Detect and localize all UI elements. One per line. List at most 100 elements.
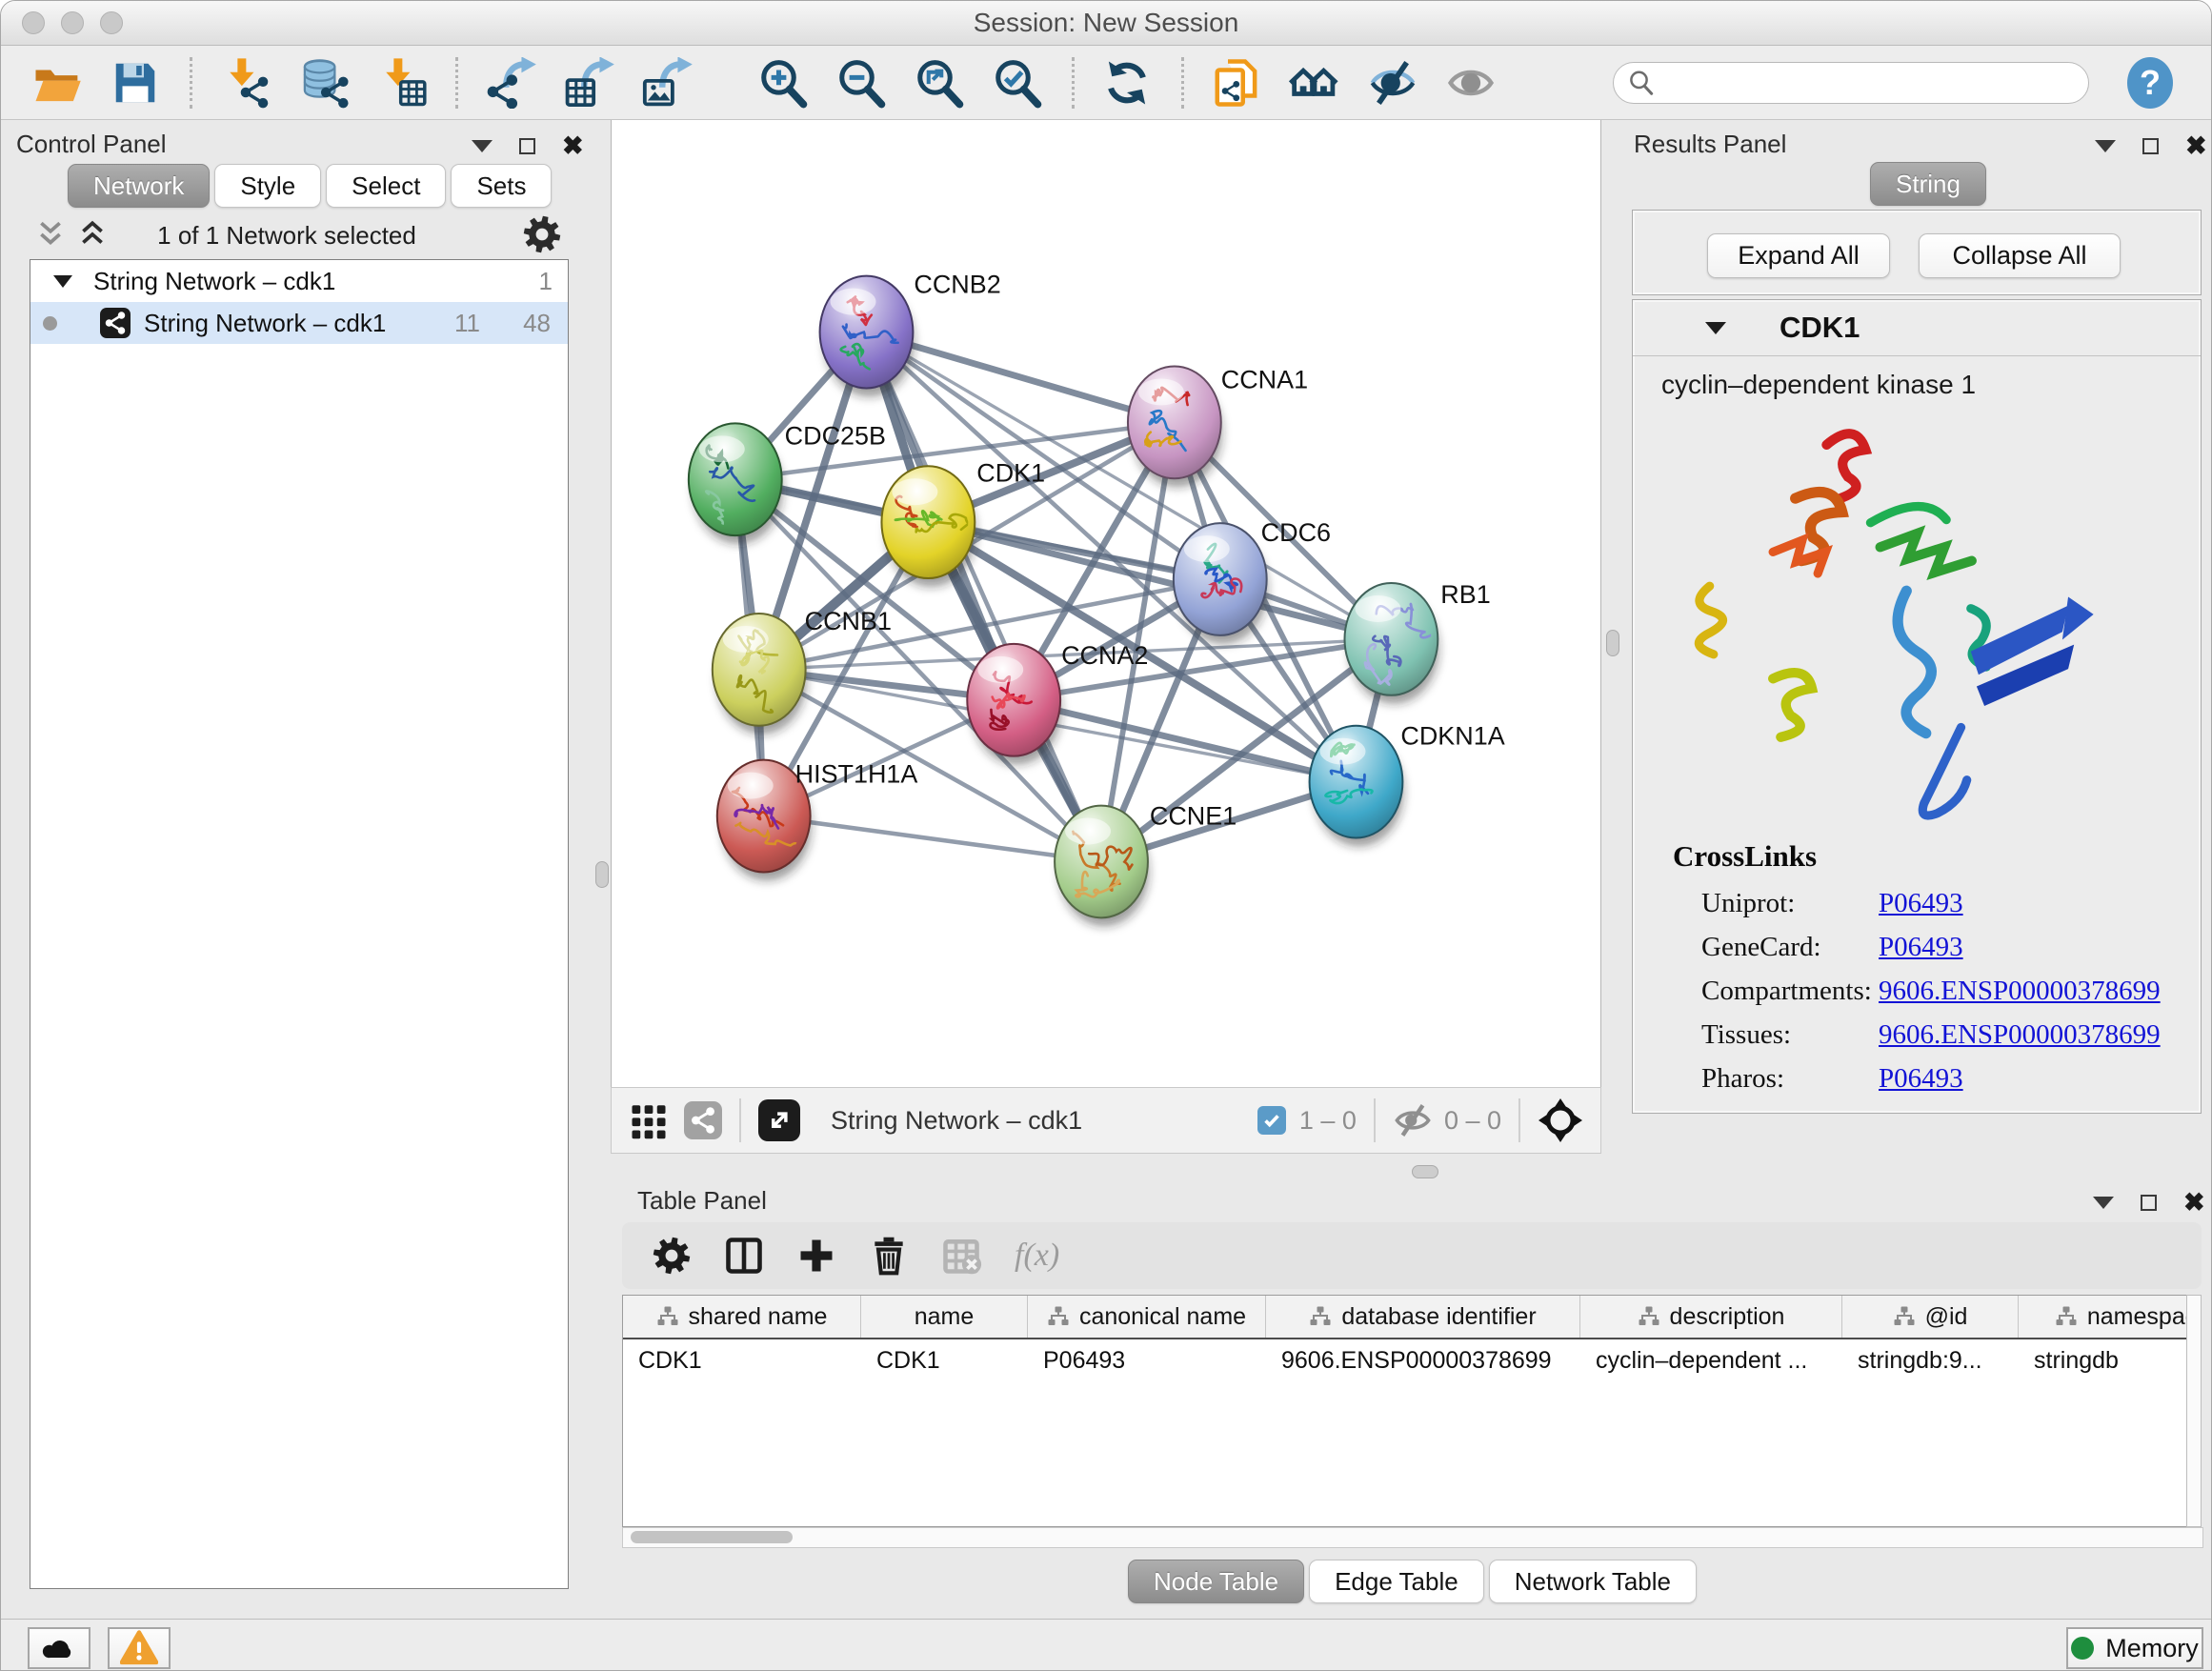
grid-view-icon[interactable] [629,1100,669,1140]
panel-menu-icon[interactable] [2093,1197,2114,1209]
column-header-namespace[interactable]: namespace [2019,1296,2188,1338]
table-cell[interactable]: stringdb:9... [1842,1339,2019,1381]
search-field[interactable] [1613,62,2089,104]
network-node-CDC25B[interactable] [689,423,783,544]
hide-selected-eye-icon[interactable] [1365,54,1420,111]
network-node-CCNE1[interactable] [1055,806,1149,927]
column-header--id[interactable]: @id [1842,1296,2019,1338]
save-icon[interactable] [108,54,163,111]
cloud-status-button[interactable] [28,1627,90,1669]
open-in-new-window-icon[interactable] [758,1099,800,1141]
section-expander-icon[interactable] [1705,322,1726,334]
expand-all-button[interactable]: Expand All [1707,233,1890,278]
panel-menu-icon[interactable] [472,140,493,152]
network-node-CCNA2[interactable] [967,644,1061,765]
zoom-out-icon[interactable] [834,54,889,111]
warnings-button[interactable] [108,1627,171,1669]
delete-column-trash-icon[interactable] [862,1229,915,1282]
tab-node-table[interactable]: Node Table [1128,1560,1304,1603]
table-settings-gear-icon[interactable] [645,1229,698,1282]
memory-button[interactable]: Memory [2066,1627,2203,1669]
import-network-database-icon[interactable] [295,54,351,111]
tab-sets[interactable]: Sets [451,164,552,208]
select-columns-icon[interactable] [717,1229,771,1282]
help-button[interactable]: ? [2127,57,2173,109]
node-table[interactable]: shared namenamecanonical namedatabase id… [622,1295,2188,1527]
tab-select[interactable]: Select [326,164,446,208]
table-vertical-scrollbar[interactable] [2186,1295,2202,1527]
crosslink-link[interactable]: 9606.ENSP00000378699 [1879,976,2161,1007]
network-graph[interactable]: CCNB2CCNA1CDC25BCDK1CDC6RB1CCNB1CCNA2CDK… [612,120,1600,1085]
panel-float-icon[interactable] [519,138,535,154]
collapse-all-chevrons-icon[interactable] [75,219,110,250]
collapse-all-button[interactable]: Collapse All [1919,233,2121,278]
panel-float-icon[interactable] [2142,138,2159,154]
network-node-CCNB1[interactable] [713,614,807,735]
tree-expander-icon[interactable] [53,275,72,288]
network-options-gear-icon[interactable] [521,213,563,255]
network-node-CDK1[interactable] [881,466,975,587]
column-header-shared-name[interactable]: shared name [623,1296,861,1338]
network-edge-HIST1H1A-CCNE1[interactable] [764,816,1101,862]
network-row-selected[interactable]: String Network – cdk1 11 48 [30,302,568,344]
table-horizontal-scrollbar[interactable] [622,1527,2203,1548]
panel-close-icon[interactable]: ✖ [2185,133,2207,159]
table-cell[interactable]: stringdb [2019,1339,2188,1381]
network-node-CCNA1[interactable] [1128,366,1222,487]
tab-edge-table[interactable]: Edge Table [1309,1560,1484,1603]
panel-float-icon[interactable] [2141,1195,2157,1211]
tab-style[interactable]: Style [214,164,321,208]
open-folder-icon[interactable] [30,54,85,111]
results-tab-string[interactable]: String [1870,162,1986,206]
table-cell[interactable]: CDK1 [861,1339,1028,1381]
export-image-icon[interactable] [639,54,694,111]
network-edge-CCNA2-CDKN1A[interactable] [1014,700,1356,782]
table-cell[interactable]: CDK1 [623,1339,861,1381]
crosslink-link[interactable]: 9606.ENSP00000378699 [1879,1019,2161,1051]
horizontal-splitter-handle[interactable] [1412,1165,1438,1178]
column-header-description[interactable]: description [1580,1296,1842,1338]
scrollbar-thumb[interactable] [631,1531,793,1543]
network-node-CCNB2[interactable] [820,276,915,397]
clone-network-icon[interactable] [1209,54,1264,111]
network-collection-row[interactable]: String Network – cdk1 1 [30,260,568,302]
export-network-icon[interactable] [483,54,538,111]
table-row[interactable]: CDK1CDK1P064939606.ENSP00000378699cyclin… [623,1339,2187,1381]
zoom-fit-icon[interactable] [912,54,967,111]
crosslink-link[interactable]: P06493 [1879,1063,1963,1095]
right-splitter-handle[interactable] [1606,630,1619,656]
network-node-RB1[interactable] [1345,583,1439,704]
import-table-icon[interactable] [373,54,429,111]
gene-section-header[interactable]: CDK1 [1633,300,2201,356]
zoom-in-icon[interactable] [755,54,811,111]
network-share-view-icon[interactable] [684,1101,722,1139]
add-column-icon[interactable] [790,1229,843,1282]
panel-menu-icon[interactable] [2095,140,2116,152]
table-cell[interactable]: 9606.ENSP00000378699 [1266,1339,1580,1381]
refresh-icon[interactable] [1099,54,1155,111]
pan-crosshair-icon[interactable] [1538,1097,1583,1143]
export-table-icon[interactable] [561,54,616,111]
home-icon[interactable] [1287,54,1342,111]
zoom-selected-icon[interactable] [990,54,1045,111]
tab-network[interactable]: Network [68,164,210,208]
show-all-eye-icon[interactable] [1443,54,1498,111]
table-cell[interactable]: cyclin–dependent ... [1580,1339,1842,1381]
left-splitter-handle[interactable] [595,861,609,888]
table-cell[interactable]: P06493 [1028,1339,1266,1381]
import-network-icon[interactable] [217,54,272,111]
expand-all-chevrons-icon[interactable] [33,219,68,250]
column-header-canonical-name[interactable]: canonical name [1028,1296,1266,1338]
panel-close-icon[interactable]: ✖ [562,133,584,159]
network-node-CDKN1A[interactable] [1310,726,1404,847]
search-input[interactable] [1656,67,2060,98]
network-canvas[interactable]: CCNB2CCNA1CDC25BCDK1CDC6RB1CCNB1CCNA2CDK… [611,120,1601,1087]
panel-close-icon[interactable]: ✖ [2183,1190,2205,1216]
tab-network-table[interactable]: Network Table [1489,1560,1697,1603]
crosslink-link[interactable]: P06493 [1879,932,1963,963]
column-header-database-identifier[interactable]: database identifier [1266,1296,1580,1338]
hidden-elements-eye-icon[interactable] [1393,1100,1433,1140]
selected-nodes-checkbox[interactable] [1257,1106,1286,1135]
crosslink-link[interactable]: P06493 [1879,888,1963,919]
column-header-name[interactable]: name [861,1296,1028,1338]
